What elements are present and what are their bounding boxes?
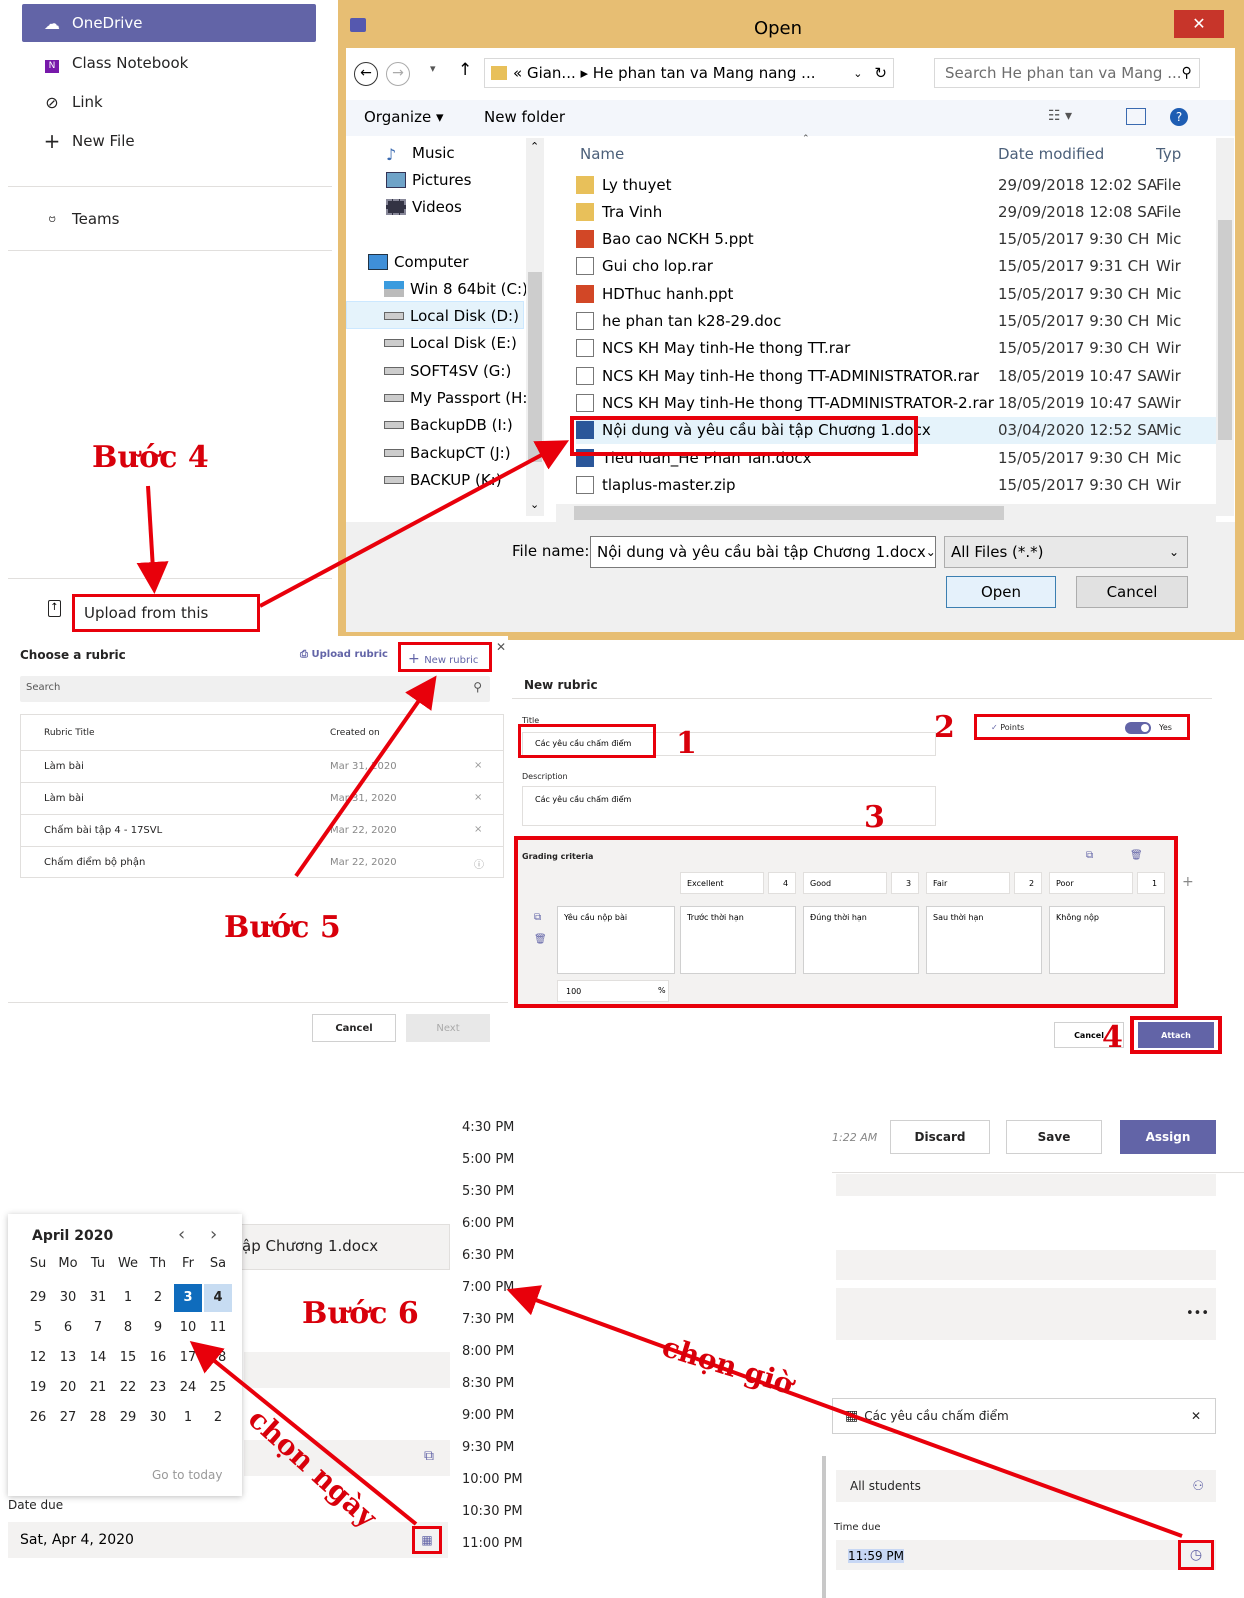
number-4: 4 — [1102, 1020, 1123, 1055]
step6-label: Bước 6 — [302, 1296, 419, 1331]
number-3: 3 — [864, 800, 885, 835]
number-1: 1 — [676, 726, 697, 761]
step5-label: Bước 5 — [224, 910, 341, 945]
step4-arrow — [136, 485, 169, 594]
upload-to-file-arrow — [259, 440, 570, 608]
annotation-arrows — [136, 440, 1183, 1538]
step4-label: Bước 4 — [92, 440, 209, 475]
step5-arrow — [294, 675, 437, 878]
pick-date-arrow — [189, 1340, 418, 1526]
pick-time-arrow — [506, 1285, 1183, 1538]
number-2: 2 — [934, 710, 955, 745]
